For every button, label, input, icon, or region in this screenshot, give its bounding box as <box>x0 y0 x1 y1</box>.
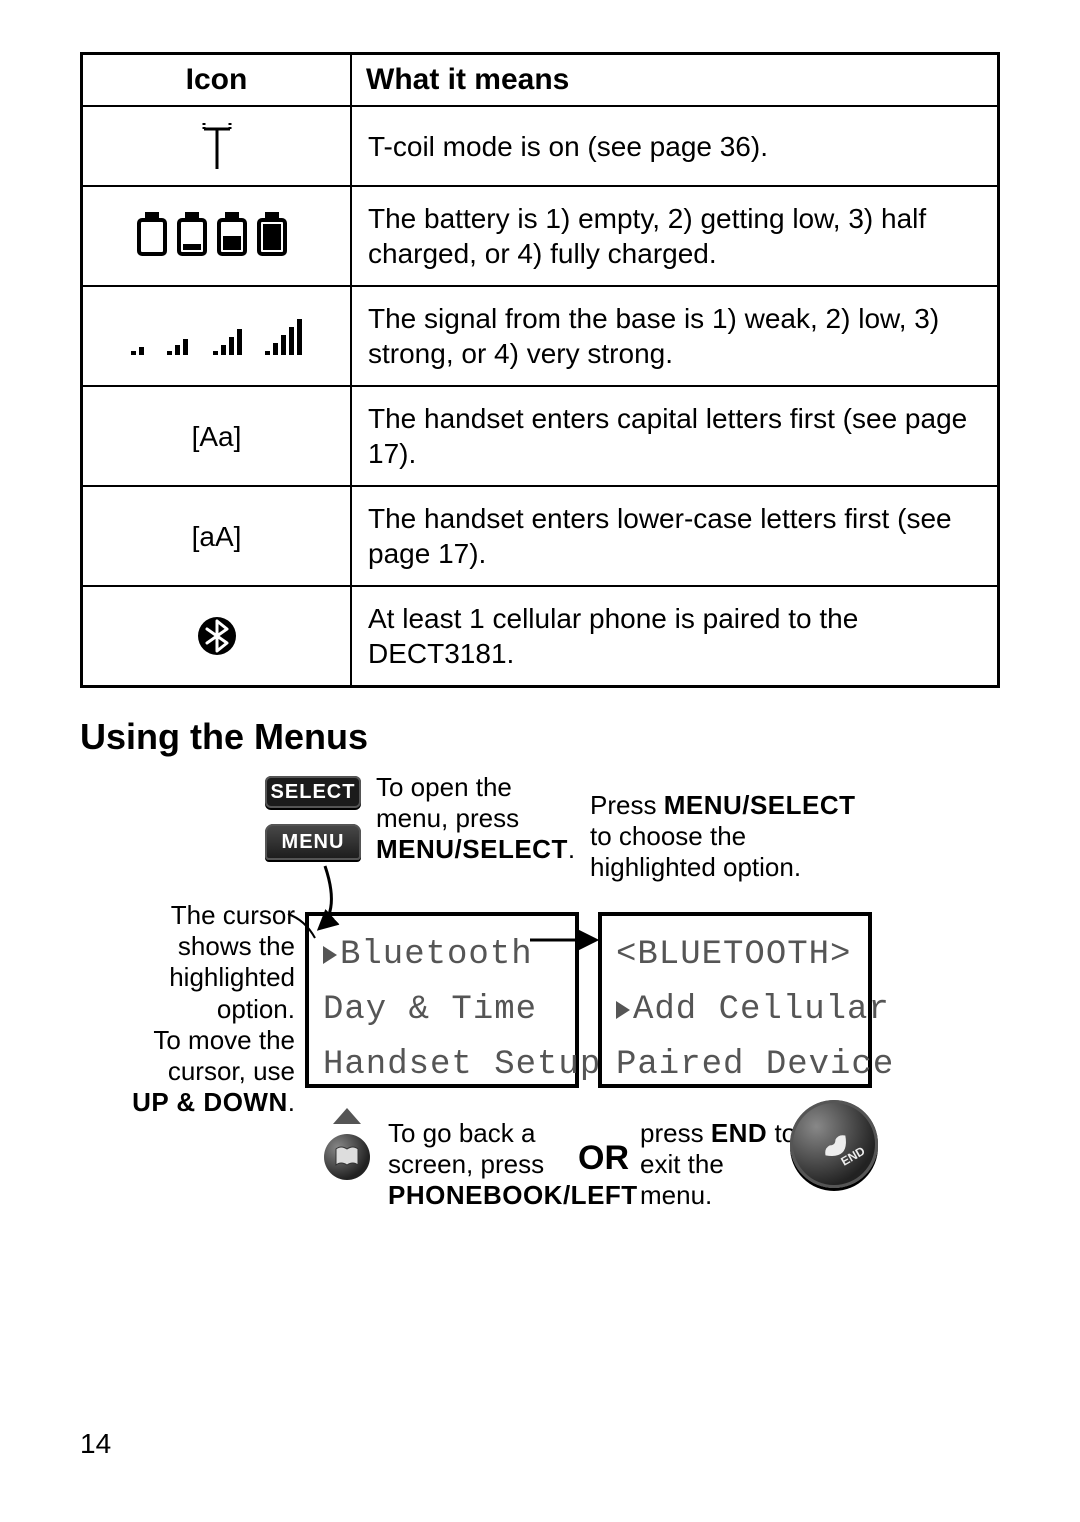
page-number: 14 <box>80 1428 111 1460</box>
lcd-line: <BLUETOOTH> <box>616 936 851 974</box>
lcd-screen-bluetooth-menu: <BLUETOOTH> Add Cellular Paired Device <box>598 912 872 1088</box>
table-cell-meaning: At least 1 cellular phone is paired to t… <box>351 586 999 687</box>
caption-text: highlighted <box>169 962 295 992</box>
table-cell-meaning: The signal from the base is 1) weak, 2) … <box>351 286 999 386</box>
caption-text: . <box>568 834 575 864</box>
caption-text: MENU/SELECT <box>664 790 856 820</box>
icon-reference-table: Icon What it means <box>80 52 1000 688</box>
choose-option-caption: Press MENU/SELECT to choose the highligh… <box>590 790 890 884</box>
caption-text: END <box>711 1118 767 1148</box>
table-row: The battery is 1) empty, 2) getting low,… <box>82 186 999 286</box>
caption-text: To go back a <box>388 1118 535 1148</box>
caption-text: The cursor <box>171 900 295 930</box>
lcd-line: Bluetooth <box>340 936 533 974</box>
lcd-line: Add Cellular <box>633 991 890 1029</box>
table-header-meaning: What it means <box>351 54 999 107</box>
or-label: OR <box>578 1138 629 1179</box>
open-menu-caption: To open the menu, press MENU/SELECT. <box>376 772 586 866</box>
table-cell-meaning: The battery is 1) empty, 2) getting low,… <box>351 186 999 286</box>
table-row: [Aa] The handset enters capital letters … <box>82 386 999 486</box>
nav-pad-icon <box>312 1108 382 1198</box>
cursor-triangle-icon <box>616 1001 630 1019</box>
caption-text: To open the <box>376 772 512 802</box>
table-row: The signal from the base is 1) weak, 2) … <box>82 286 999 386</box>
table-cell-meaning: The handset enters lower-case letters fi… <box>351 486 999 586</box>
bluetooth-icon <box>196 618 238 649</box>
lcd-line: Handset Setup <box>323 1046 601 1084</box>
table-row: [aA] The handset enters lower-case lette… <box>82 486 999 586</box>
table-cell-meaning: The handset enters capital letters first… <box>351 386 999 486</box>
table-row: At least 1 cellular phone is paired to t… <box>82 586 999 687</box>
table-row: T-coil mode is on (see page 36). <box>82 106 999 186</box>
caption-text: Press <box>590 790 664 820</box>
caption-text: to choose the <box>590 821 746 851</box>
end-key-icon: END <box>790 1100 878 1188</box>
battery-levels-icon <box>137 218 297 249</box>
cursor-caption: The cursor shows the highlighted option.… <box>120 900 295 1118</box>
menu-diagram: SELECT MENU To open the menu, press MENU… <box>120 770 960 1300</box>
caption-text: To move the <box>153 1025 295 1055</box>
end-caption: press END to exit the menu. <box>640 1118 810 1212</box>
phonebook-key-icon <box>324 1134 370 1180</box>
menu-key-icon: MENU <box>265 824 361 860</box>
tcoil-icon <box>200 128 234 159</box>
lcd-line: Day & Time <box>323 991 537 1029</box>
caption-text: option. <box>217 994 295 1024</box>
caption-text: cursor, use <box>168 1056 295 1086</box>
up-arrow-icon <box>333 1108 361 1124</box>
table-cell-meaning: T-coil mode is on (see page 36). <box>351 106 999 186</box>
go-back-caption: To go back a screen, press PHONEBOOK/LEF… <box>388 1118 598 1212</box>
table-header-icon: Icon <box>82 54 352 107</box>
lower-first-icon: [aA] <box>192 521 242 552</box>
caption-text: PHONEBOOK/LEFT <box>388 1180 638 1210</box>
caption-text: menu. <box>640 1180 712 1210</box>
caption-text: shows the <box>178 931 295 961</box>
lcd-screen-main-menu: Bluetooth Day & Time Handset Setup <box>305 912 579 1088</box>
select-key-icon: SELECT <box>265 776 361 808</box>
caption-text: exit the <box>640 1149 724 1179</box>
caption-text: . <box>288 1087 295 1117</box>
cursor-triangle-icon <box>323 946 337 964</box>
caption-text: press <box>640 1118 711 1148</box>
section-heading-using-menus: Using the Menus <box>80 716 1000 758</box>
caption-text: menu, press <box>376 803 519 833</box>
caption-text: screen, press <box>388 1149 544 1179</box>
signal-levels-icon <box>127 318 307 349</box>
capital-first-icon: [Aa] <box>192 421 242 452</box>
caption-text: highlighted option. <box>590 852 801 882</box>
caption-text: MENU/SELECT <box>376 834 568 864</box>
caption-text: UP & DOWN <box>132 1087 288 1117</box>
lcd-line: Paired Device <box>616 1046 894 1084</box>
